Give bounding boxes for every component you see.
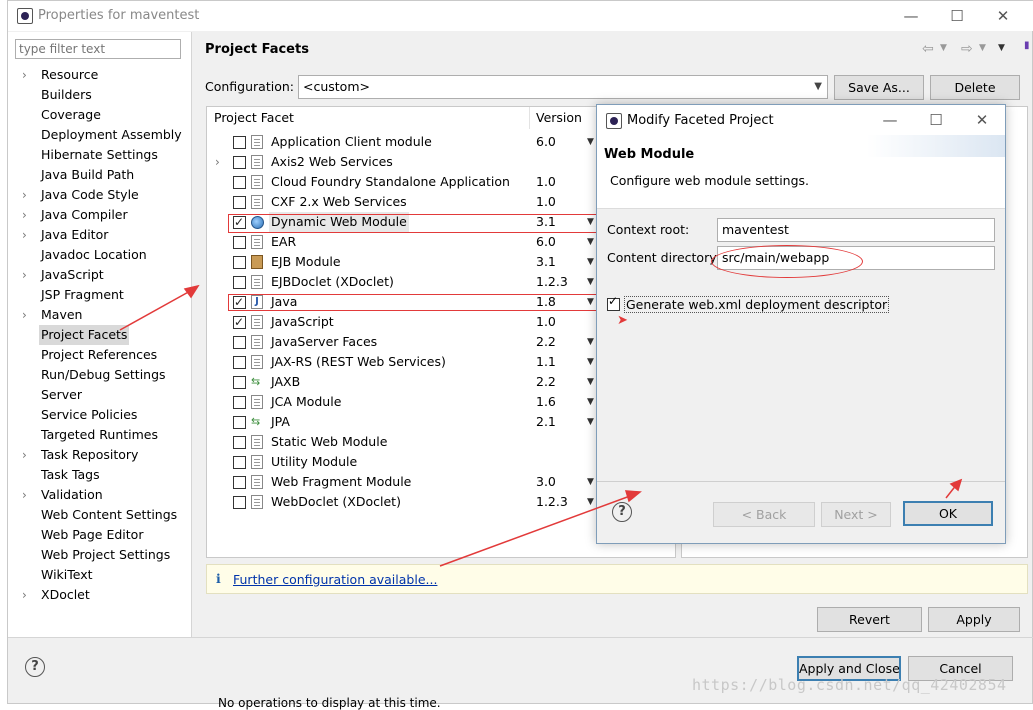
annotation-arrowhead (949, 478, 963, 492)
watermark: https://blog.csdn.net/qq_42402854 (692, 676, 1007, 694)
background-window-edge: ▮ (1024, 40, 1030, 51)
annotation-arrowhead (183, 284, 200, 299)
annotation-arrows (119, 284, 963, 567)
annotation-arrowhead (624, 490, 642, 503)
annotation-arrow-line (439, 495, 631, 567)
annotation-arrow-line (119, 289, 193, 331)
